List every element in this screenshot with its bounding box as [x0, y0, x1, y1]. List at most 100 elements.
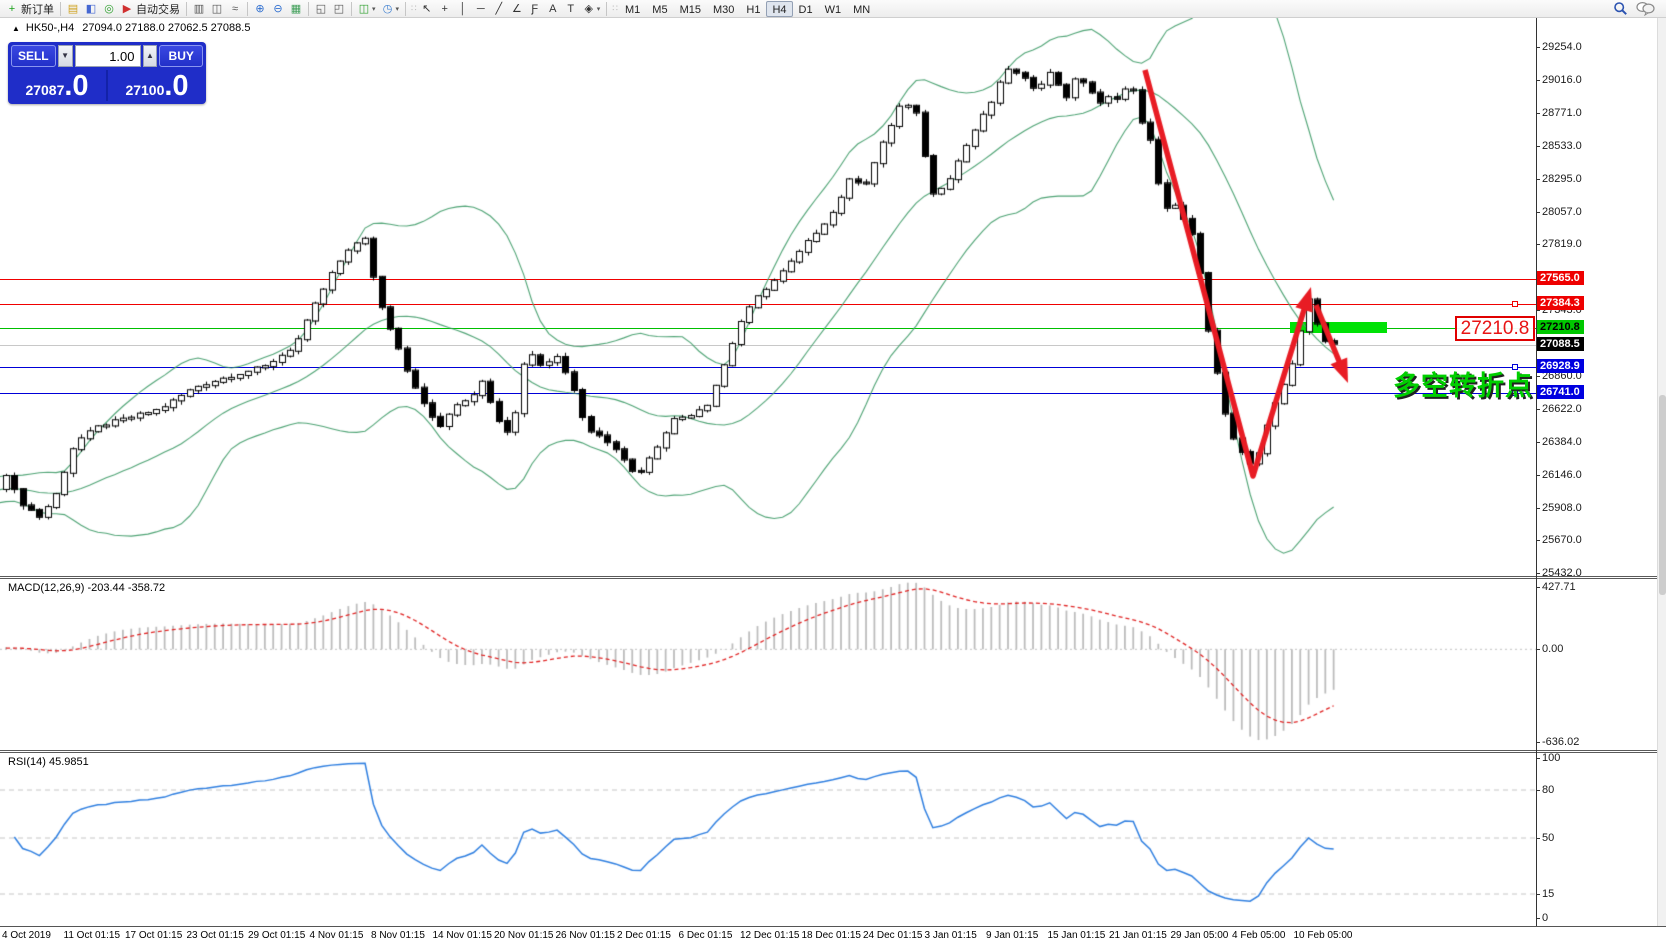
- axis-tick-mark: [1536, 790, 1540, 791]
- timeframe-m5[interactable]: M5: [646, 1, 673, 17]
- axis-tick-mark: [1536, 244, 1540, 245]
- price-axis-tag: 27384.3: [1537, 296, 1584, 310]
- tile-windows-icon-glyph: ▦: [290, 1, 302, 17]
- navigator-icon-glyph: ◎: [103, 1, 115, 17]
- new-order-button[interactable]: +新订单: [3, 1, 57, 17]
- axis-tick-mark: [1536, 742, 1540, 743]
- axis-tick-mark: [1536, 587, 1540, 588]
- zoom-in-icon[interactable]: ⊕: [251, 1, 269, 17]
- zoom-out-icon[interactable]: ⊖: [269, 1, 287, 17]
- time-axis-label: 4 Feb 05:00: [1232, 930, 1285, 941]
- time-axis-label: 23 Oct 01:15: [187, 930, 244, 941]
- rsi-pane-separator[interactable]: [0, 750, 1666, 753]
- timeframe-h4[interactable]: H4: [766, 1, 792, 17]
- vertical-scrollbar[interactable]: [1657, 18, 1666, 926]
- fibonacci-icon-glyph: Ƒ: [529, 1, 541, 17]
- arrange-auto-icon[interactable]: ◱: [312, 1, 330, 17]
- price-axis-tag: 26741.0: [1537, 385, 1584, 399]
- trendline-icon[interactable]: ╱: [490, 1, 508, 17]
- axis-tick-mark: [1536, 146, 1540, 147]
- fibonacci-icon[interactable]: Ƒ: [526, 1, 544, 17]
- arrange-auto-icon-glyph: ◱: [315, 1, 327, 17]
- time-axis-label: 3 Jan 01:15: [925, 930, 977, 941]
- rsi-axis-label: 0: [1542, 912, 1548, 924]
- line-chart-icon[interactable]: ≈: [226, 1, 244, 17]
- timeframe-mn[interactable]: MN: [847, 1, 876, 17]
- toolbar-right: [1613, 1, 1663, 16]
- axis-tick-mark: [1536, 47, 1540, 48]
- axis-tick-mark: [1536, 80, 1540, 81]
- time-axis-label: 20 Nov 01:15: [494, 930, 554, 941]
- auto-trading-button[interactable]: ▶自动交易: [118, 1, 183, 17]
- equidistant-channel-icon[interactable]: ∠: [508, 1, 526, 17]
- arrange-tile-icon[interactable]: ◰: [330, 1, 348, 17]
- shapes-button-glyph: ◈: [583, 1, 595, 17]
- time-axis-label: 18 Dec 01:15: [802, 930, 862, 941]
- data-window-icon-glyph: ◧: [85, 1, 97, 17]
- line-chart-icon-glyph: ≈: [229, 1, 241, 17]
- timeframe-m30[interactable]: M30: [707, 1, 740, 17]
- price-axis-label: 29254.0: [1542, 41, 1582, 53]
- macd-pane-canvas[interactable]: [0, 579, 1536, 751]
- toolbar-grip[interactable]: ∷: [612, 3, 617, 14]
- price-axis-label: 28057.0: [1542, 206, 1582, 218]
- new-chart-button[interactable]: ◫▾: [355, 1, 379, 17]
- search-icon[interactable]: [1613, 1, 1628, 16]
- time-axis-label: 15 Jan 01:15: [1048, 930, 1106, 941]
- shapes-button[interactable]: ◈▾: [580, 1, 604, 17]
- toolbar-separator: [606, 2, 607, 16]
- text-icon[interactable]: A: [544, 1, 562, 17]
- timeframe-m1[interactable]: M1: [619, 1, 646, 17]
- price-axis-label: 26384.0: [1542, 436, 1582, 448]
- axis-tick-mark: [1536, 179, 1540, 180]
- rsi-axis-label: 100: [1542, 752, 1560, 764]
- axis-tick-mark: [1536, 540, 1540, 541]
- horizontal-line-icon[interactable]: ─: [472, 1, 490, 17]
- scrollbar-thumb[interactable]: [1659, 395, 1666, 595]
- dropdown-arrow-icon: ▾: [372, 5, 376, 13]
- horizontal-line-icon-glyph: ─: [475, 1, 487, 17]
- time-axis-label: 4 Oct 2019: [2, 930, 51, 941]
- cursor-icon[interactable]: ↖: [418, 1, 436, 17]
- tile-windows-icon[interactable]: ▦: [287, 1, 305, 17]
- axis-tick-mark: [1536, 508, 1540, 509]
- vertical-line-icon[interactable]: │: [454, 1, 472, 17]
- profiles-button-glyph: ◷: [382, 1, 394, 17]
- time-axis-label: 10 Feb 05:00: [1294, 930, 1353, 941]
- text-label-icon-glyph: T: [565, 1, 577, 17]
- data-window-icon[interactable]: ◧: [82, 1, 100, 17]
- timeframe-w1[interactable]: W1: [819, 1, 848, 17]
- time-axis-label: 17 Oct 01:15: [125, 930, 182, 941]
- timeframe-m15[interactable]: M15: [674, 1, 707, 17]
- bar-chart-icon[interactable]: ▥: [190, 1, 208, 17]
- text-label-icon[interactable]: T: [562, 1, 580, 17]
- price-axis-label: 29016.0: [1542, 74, 1582, 86]
- time-axis-label: 24 Dec 01:15: [863, 930, 923, 941]
- time-axis-label: 9 Jan 01:15: [986, 930, 1038, 941]
- axis-tick-mark: [1536, 758, 1540, 759]
- time-axis-label: 8 Nov 01:15: [371, 930, 425, 941]
- toolbar-grip[interactable]: ∷: [411, 3, 416, 14]
- navigator-icon[interactable]: ◎: [100, 1, 118, 17]
- text-icon-glyph: A: [547, 1, 559, 17]
- axis-tick-mark: [1536, 838, 1540, 839]
- toolbar-separator: [186, 2, 187, 16]
- equidistant-channel-icon-glyph: ∠: [511, 1, 523, 17]
- price-axis-tag: 26928.9: [1537, 359, 1584, 373]
- profiles-button[interactable]: ◷▾: [379, 1, 403, 17]
- rsi-pane-canvas[interactable]: [0, 753, 1536, 926]
- timeframe-h1[interactable]: H1: [740, 1, 766, 17]
- candlestick-chart-icon-glyph: ◫: [211, 1, 223, 17]
- price-axis-label: 28533.0: [1542, 140, 1582, 152]
- time-axis-label: 21 Jan 01:15: [1109, 930, 1167, 941]
- market-watch-icon[interactable]: ▤: [64, 1, 82, 17]
- candlestick-chart-icon[interactable]: ◫: [208, 1, 226, 17]
- axis-tick-mark: [1536, 212, 1540, 213]
- auto-trading-button-glyph: ▶: [121, 1, 133, 17]
- macd-axis-label: 427.71: [1542, 581, 1576, 593]
- toolbar-separator: [351, 2, 352, 16]
- axis-tick-mark: [1536, 894, 1540, 895]
- timeframe-d1[interactable]: D1: [793, 1, 819, 17]
- crosshair-icon[interactable]: +: [436, 1, 454, 17]
- chat-icon[interactable]: [1636, 1, 1655, 16]
